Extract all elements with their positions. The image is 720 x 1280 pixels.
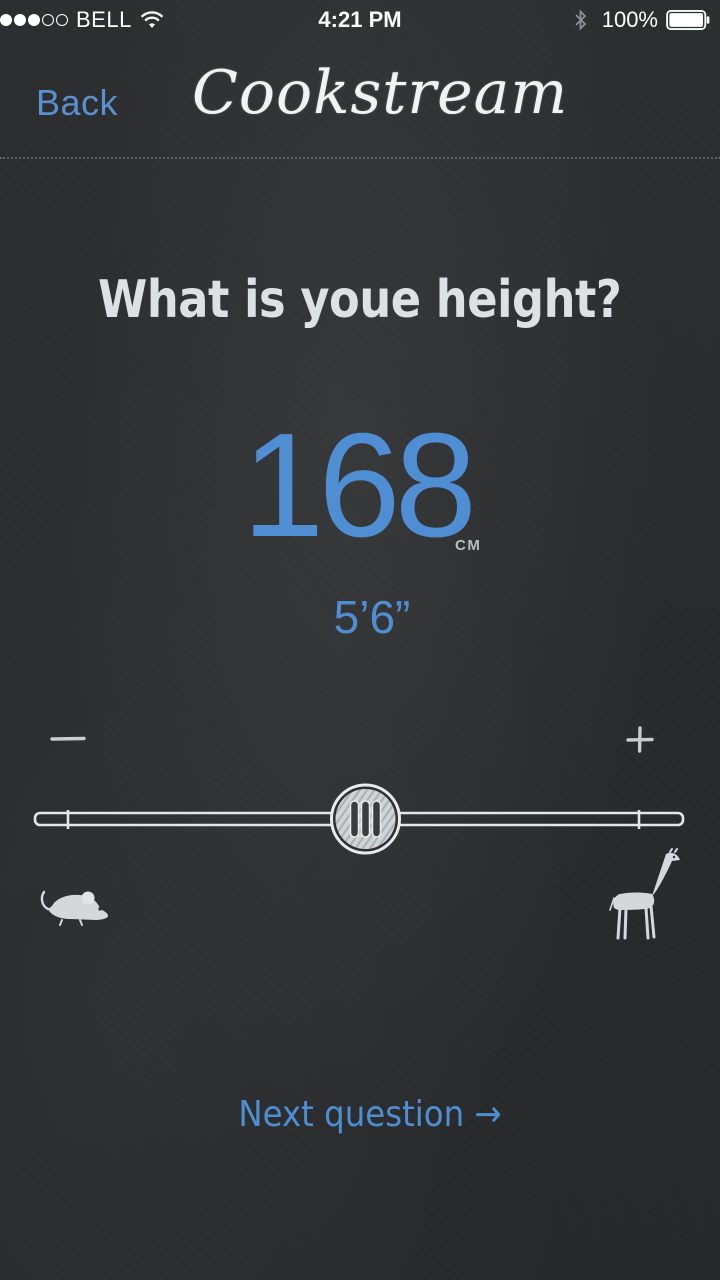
slider-thumb[interactable] bbox=[330, 783, 401, 855]
height-value-cm: 168 bbox=[242, 403, 477, 568]
status-right: 100% bbox=[574, 7, 710, 33]
mouse-icon bbox=[40, 890, 108, 926]
height-unit-label: CM bbox=[455, 537, 482, 554]
battery-percent: 100% bbox=[601, 7, 658, 32]
giraffe-icon bbox=[609, 848, 680, 940]
height-slider[interactable] bbox=[30, 780, 690, 860]
back-button[interactable]: Back bbox=[36, 82, 118, 124]
app-title-logo: Cookstream bbox=[192, 58, 569, 128]
next-question-button[interactable]: Next question → bbox=[37, 1094, 703, 1135]
question-heading: What is youe height? bbox=[97, 270, 622, 330]
battery-icon bbox=[666, 10, 710, 30]
nav-bar: Back Cookstream bbox=[0, 40, 720, 158]
height-value-imperial: 5’6” bbox=[333, 591, 411, 643]
plus-icon[interactable] bbox=[620, 722, 660, 756]
status-bar: BELL 4:21 PM 100% bbox=[0, 0, 720, 40]
minus-icon[interactable] bbox=[49, 722, 89, 756]
screen: BELL 4:21 PM 100% Back Cookstream What i bbox=[0, 0, 720, 1280]
bluetooth-icon bbox=[575, 9, 586, 31]
nav-divider bbox=[0, 157, 720, 159]
